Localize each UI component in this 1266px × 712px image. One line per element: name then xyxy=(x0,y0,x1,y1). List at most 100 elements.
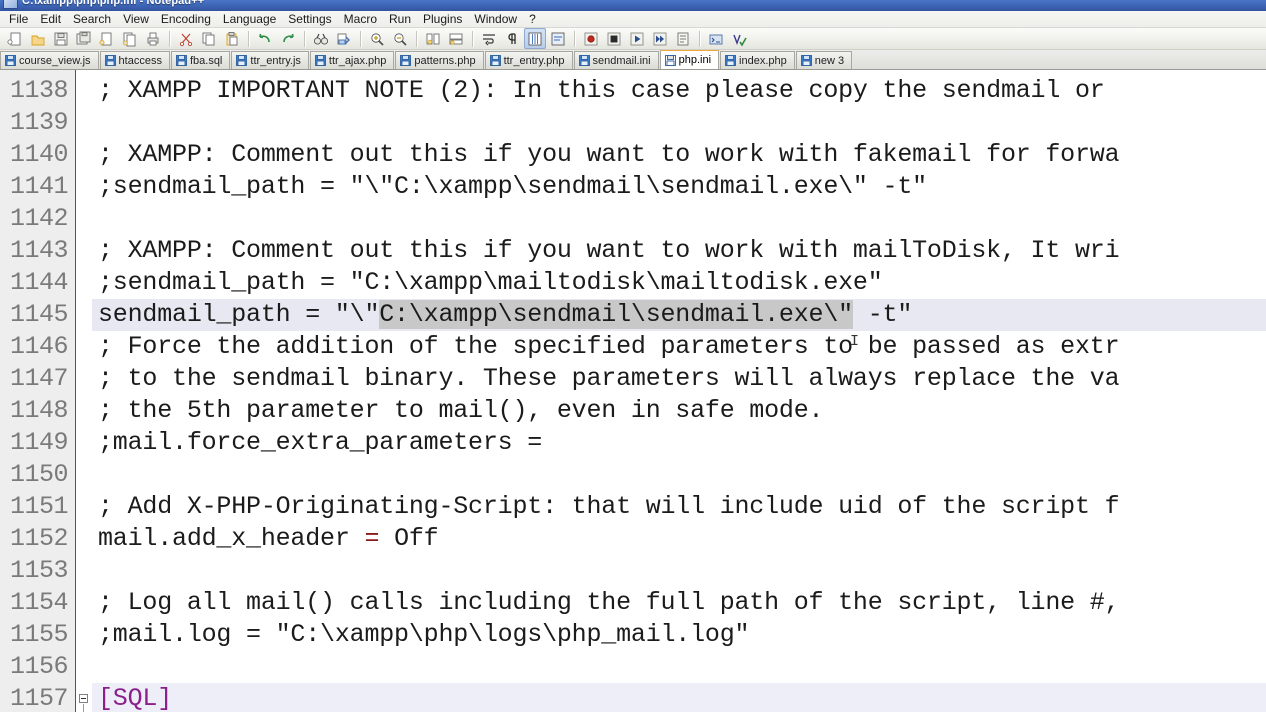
code-line[interactable]: ; Log all mail() calls including the ful… xyxy=(92,587,1266,619)
tab-label: ttr_ajax.php xyxy=(328,54,387,67)
close-all-icon[interactable] xyxy=(119,28,141,49)
line-number: 1141 xyxy=(9,172,69,201)
file-icon xyxy=(314,55,326,66)
menu-item-edit[interactable]: Edit xyxy=(34,11,67,27)
tab-new-3[interactable]: new 3 xyxy=(795,51,853,69)
save-macro-icon[interactable] xyxy=(672,28,694,49)
line-number: 1142 xyxy=(9,204,69,233)
code-line[interactable]: ; the 5th parameter to mail(), even in s… xyxy=(92,395,1266,427)
code-line[interactable]: ; XAMPP: Comment out this if you want to… xyxy=(92,235,1266,267)
fold-cell xyxy=(76,299,92,331)
tab-php-ini[interactable]: php.ini xyxy=(659,50,720,69)
menu-item-window[interactable]: Window xyxy=(468,11,523,27)
code-line[interactable] xyxy=(92,459,1266,491)
fold-toggle[interactable] xyxy=(76,683,92,712)
menu-item-settings[interactable]: Settings xyxy=(282,11,337,27)
tab-label: course_view.js xyxy=(19,54,91,67)
tab-patterns-php[interactable]: patterns.php xyxy=(395,51,484,69)
menu-item-run[interactable]: Run xyxy=(383,11,417,27)
line-number: 1149 xyxy=(9,428,69,457)
menu-item--[interactable]: ? xyxy=(523,11,542,27)
replace-icon[interactable] xyxy=(333,28,355,49)
code-line[interactable]: [SQL] xyxy=(92,683,1266,712)
code-line[interactable]: ;mail.log = "C:\xampp\php\logs\php_mail.… xyxy=(92,619,1266,651)
line-number: 1145 xyxy=(9,300,69,329)
line-number: 1144 xyxy=(9,268,69,297)
save-icon[interactable] xyxy=(50,28,72,49)
tab-fba-sql[interactable]: fba.sql xyxy=(170,51,231,69)
run-icon[interactable] xyxy=(705,28,727,49)
menu-item-view[interactable]: View xyxy=(117,11,155,27)
word-wrap-icon[interactable] xyxy=(478,28,500,49)
code-line[interactable]: ; XAMPP: Comment out this if you want to… xyxy=(92,139,1266,171)
tab-label: patterns.php xyxy=(414,54,476,67)
fold-guide-line xyxy=(83,704,84,712)
toolbar xyxy=(0,28,1266,50)
close-file-icon[interactable] xyxy=(96,28,118,49)
user-define-dialog-icon[interactable] xyxy=(547,28,569,49)
selected-text: C:\xampp\sendmail\sendmail.exe\" xyxy=(379,300,853,329)
code-line[interactable]: ; Add X-PHP-Originating-Script: that wil… xyxy=(92,491,1266,523)
tab-sendmail-ini[interactable]: sendmail.ini xyxy=(573,51,659,69)
run-macro-multiple-icon[interactable] xyxy=(649,28,671,49)
code-line[interactable]: sendmail_path = "\"C:\xampp\sendmail\sen… xyxy=(92,299,1266,358)
stop-macro-icon[interactable] xyxy=(603,28,625,49)
code-line[interactable] xyxy=(92,107,1266,139)
copy-icon[interactable] xyxy=(198,28,220,49)
code-line[interactable]: ;sendmail_path = "\"C:\xampp\sendmail\se… xyxy=(92,171,1266,203)
code-line[interactable]: ;mail.force_extra_parameters = xyxy=(92,427,1266,459)
code-line[interactable] xyxy=(92,203,1266,235)
menu-item-language[interactable]: Language xyxy=(217,11,282,27)
code-line[interactable]: ;sendmail_path = "C:\xampp\mailtodisk\ma… xyxy=(92,267,1266,299)
tab-ttr-entry-php[interactable]: ttr_entry.php xyxy=(484,51,573,69)
sync-horizontal-scroll-icon[interactable] xyxy=(445,28,467,49)
tab-index-php[interactable]: index.php xyxy=(720,51,795,69)
code-text-area[interactable]: ; XAMPP IMPORTANT NOTE (2): In this case… xyxy=(92,70,1266,712)
zoom-out-icon[interactable] xyxy=(389,28,411,49)
section-header-token: [SQL] xyxy=(98,684,173,712)
play-macro-icon[interactable] xyxy=(626,28,648,49)
record-macro-icon[interactable] xyxy=(580,28,602,49)
tab-label: ttr_entry.php xyxy=(503,54,565,67)
tab-htaccess[interactable]: htaccess xyxy=(99,51,170,69)
code-line[interactable]: ; XAMPP IMPORTANT NOTE (2): In this case… xyxy=(92,75,1266,107)
open-file-icon[interactable] xyxy=(27,28,49,49)
sync-vertical-scroll-icon[interactable] xyxy=(422,28,444,49)
fold-cell xyxy=(76,523,92,555)
fold-cell xyxy=(76,395,92,427)
code-text: ; XAMPP: Comment out this if you want to… xyxy=(98,140,1120,169)
code-line[interactable]: ; Force the addition of the specified pa… xyxy=(92,331,1266,363)
code-line[interactable]: mail.add_x_header = Off xyxy=(92,523,1266,555)
fold-cell xyxy=(76,427,92,459)
code-line[interactable] xyxy=(92,555,1266,587)
file-icon xyxy=(489,55,501,66)
new-file-icon[interactable] xyxy=(4,28,26,49)
tab-ttr-ajax-php[interactable]: ttr_ajax.php xyxy=(309,51,395,69)
paste-icon[interactable] xyxy=(221,28,243,49)
cut-icon[interactable] xyxy=(175,28,197,49)
code-text: ; Add X-PHP-Originating-Script: that wil… xyxy=(98,492,1120,521)
undo-icon[interactable] xyxy=(254,28,276,49)
toolbar-separator xyxy=(574,30,576,47)
save-all-icon[interactable] xyxy=(73,28,95,49)
tab-ttr-entry-js[interactable]: ttr_entry.js xyxy=(231,51,309,69)
menu-item-search[interactable]: Search xyxy=(67,11,117,27)
redo-icon[interactable] xyxy=(277,28,299,49)
menu-item-file[interactable]: File xyxy=(3,11,34,27)
fold-margin[interactable] xyxy=(76,70,92,712)
show-all-chars-icon[interactable] xyxy=(501,28,523,49)
menu-item-macro[interactable]: Macro xyxy=(338,11,383,27)
indent-guide-icon[interactable] xyxy=(524,28,546,49)
line-number: 1147 xyxy=(9,364,69,393)
code-line[interactable]: ; to the sendmail binary. These paramete… xyxy=(92,363,1266,395)
tab-course-view-js[interactable]: course_view.js xyxy=(0,51,99,69)
find-icon[interactable] xyxy=(310,28,332,49)
editor-area[interactable]: 1138 1139 1140 1141 1142 1143 1144 1145 1146 1147… xyxy=(0,70,1266,712)
menu-item-encoding[interactable]: Encoding xyxy=(155,11,217,27)
spellcheck-icon[interactable] xyxy=(728,28,750,49)
zoom-in-icon[interactable] xyxy=(366,28,388,49)
fold-collapse-icon[interactable] xyxy=(79,694,88,703)
menu-item-plugins[interactable]: Plugins xyxy=(417,11,468,27)
print-icon[interactable] xyxy=(142,28,164,49)
code-line[interactable] xyxy=(92,651,1266,683)
